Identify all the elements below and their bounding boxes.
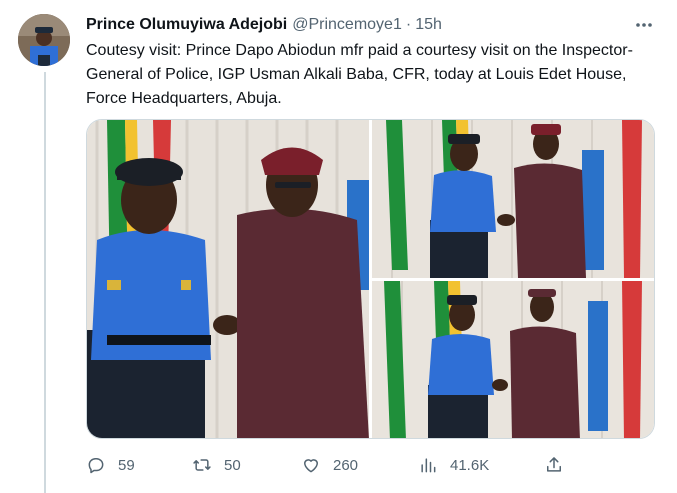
reply-icon — [88, 458, 104, 474]
tweet-text: Coutesy visit: Prince Dapo Abiodun mfr p… — [86, 42, 633, 107]
more-options-button[interactable] — [631, 12, 657, 38]
author-avatar[interactable] — [18, 14, 70, 66]
tweet-timestamp[interactable]: 15h — [415, 16, 442, 34]
photo-standing-bottom-right[interactable] — [372, 281, 654, 438]
tweet-header: Prince Olumuyiwa Adejobi @Princemoye1 · … — [86, 14, 657, 36]
author-name[interactable]: Prince Olumuyiwa Adejobi — [86, 16, 287, 34]
avatar-image — [18, 14, 70, 66]
like-button[interactable]: 260 — [301, 452, 358, 478]
photo-image — [372, 120, 654, 278]
photo-image — [87, 120, 369, 438]
more-horizontal-icon — [636, 23, 652, 27]
media-gallery — [86, 119, 655, 439]
retweet-count: 50 — [224, 456, 241, 474]
separator-dot: · — [405, 16, 412, 33]
photo-handshake-large[interactable] — [87, 120, 369, 438]
views-count: 41.6K — [450, 456, 490, 474]
reply-count: 59 — [118, 456, 135, 474]
tweet-actions: 59 50 260 41.6K — [86, 452, 566, 478]
reply-button[interactable]: 59 — [86, 452, 135, 478]
like-count: 260 — [333, 456, 359, 474]
thread-connector-line — [44, 72, 46, 493]
share-icon — [547, 457, 561, 472]
heart-icon — [304, 459, 318, 473]
retweet-button[interactable]: 50 — [192, 452, 241, 478]
photo-handshake-top-right[interactable] — [372, 120, 654, 278]
retweet-icon — [193, 459, 211, 471]
views-chart-icon — [421, 458, 436, 473]
views-button[interactable]: 41.6K — [418, 452, 489, 478]
photo-image — [372, 281, 654, 438]
share-button[interactable] — [544, 452, 576, 478]
author-handle[interactable]: @Princemoye1 — [292, 16, 402, 34]
